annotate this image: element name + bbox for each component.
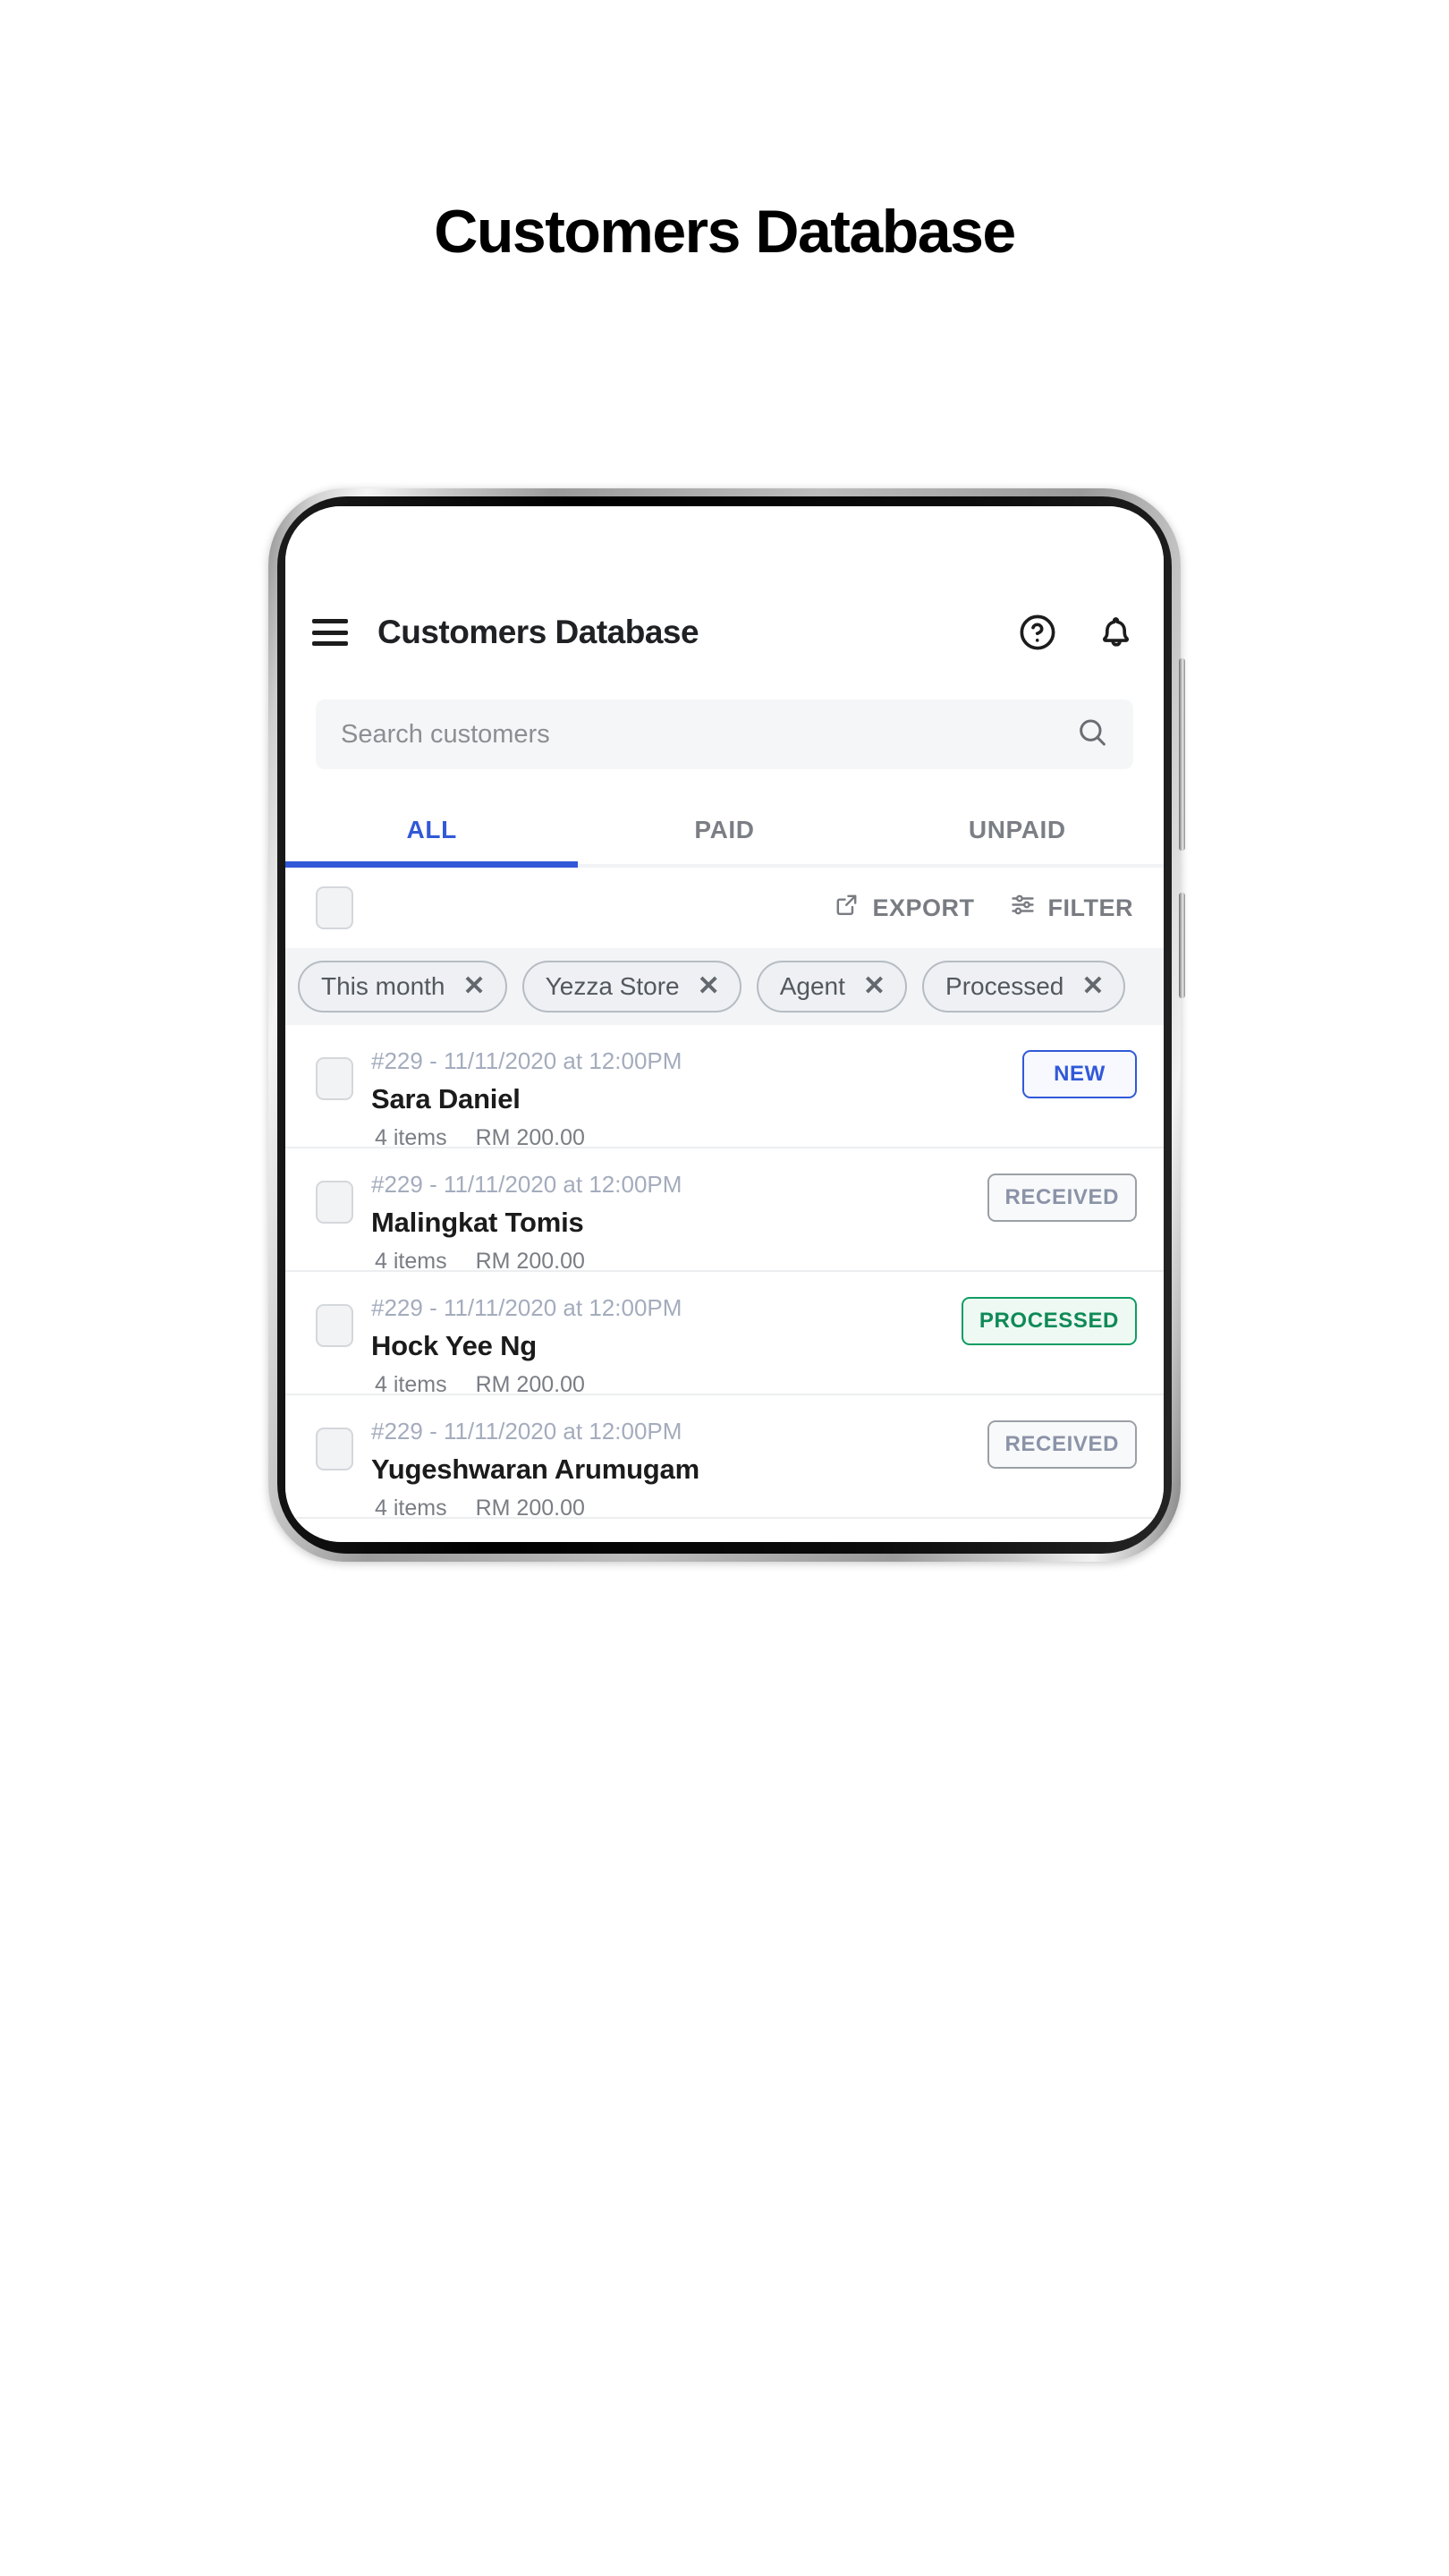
status-badge[interactable]: PROCESSED <box>961 1297 1137 1345</box>
list-toolbar: EXPORT FILTER <box>285 868 1164 948</box>
filter-label: FILTER <box>1047 894 1133 921</box>
order-amount: RM 200.00 <box>475 1496 585 1521</box>
filter-chip[interactable]: This month ✕ <box>298 961 507 1013</box>
status-badge[interactable]: NEW <box>1022 1050 1137 1098</box>
list-item[interactable]: #229 - 11/11/2020 at 12:00PM Sara Daniel… <box>285 1025 1164 1151</box>
customer-list[interactable]: #229 - 11/11/2020 at 12:00PM Sara Daniel… <box>285 1025 1164 1542</box>
external-link-icon <box>833 891 860 925</box>
item-count: 4 items <box>375 1249 447 1275</box>
toolbar-actions: EXPORT FILTER <box>833 891 1133 925</box>
row-subline: 4 items RM 200.00 <box>375 1125 1137 1151</box>
list-item[interactable]: #229 - 11/11/2020 at 12:00PM Yugeshwaran… <box>285 1395 1164 1521</box>
row-checkbox[interactable] <box>316 1181 353 1224</box>
tab-bar: ALL PAID UNPAID <box>285 796 1164 868</box>
status-badge[interactable]: RECEIVED <box>987 1174 1137 1222</box>
chip-label: Processed <box>945 972 1064 1000</box>
row-subline: 4 items RM 200.00 <box>375 1372 1137 1398</box>
close-icon[interactable]: ✕ <box>1081 973 1104 1000</box>
filter-chip[interactable]: Agent ✕ <box>756 961 908 1013</box>
chip-label: Yezza Store <box>545 972 680 1000</box>
list-item[interactable]: #229 - 11/11/2020 at 12:00PM Hock Yee Ng… <box>285 1272 1164 1398</box>
filter-chip[interactable]: Processed ✕ <box>922 961 1126 1013</box>
status-badge[interactable]: RECEIVED <box>987 1420 1137 1469</box>
sliders-icon <box>1009 891 1037 925</box>
app-bar-actions <box>1017 612 1137 653</box>
help-circle-icon[interactable] <box>1017 612 1058 653</box>
power-button[interactable] <box>1179 893 1185 998</box>
close-icon[interactable]: ✕ <box>463 973 486 1000</box>
item-count: 4 items <box>375 1496 447 1521</box>
item-count: 4 items <box>375 1125 447 1151</box>
export-label: EXPORT <box>872 894 975 921</box>
tab-paid[interactable]: PAID <box>578 796 870 864</box>
bell-icon[interactable] <box>1096 612 1137 653</box>
hamburger-menu-icon[interactable] <box>312 619 348 646</box>
phone-device-mockup: Customers Database Search customers ALL … <box>268 488 1185 1562</box>
volume-rocker-button[interactable] <box>1179 658 1185 851</box>
export-button[interactable]: EXPORT <box>833 891 974 925</box>
order-amount: RM 200.00 <box>475 1372 585 1398</box>
page-title: Customers Database <box>434 198 1016 266</box>
list-item[interactable]: #229 - 11/11/2020 at 12:00PM Malingkat T… <box>285 1148 1164 1275</box>
app-bar-title: Customers Database <box>377 614 699 650</box>
chip-label: This month <box>321 972 445 1000</box>
row-checkbox[interactable] <box>316 1428 353 1470</box>
row-subline: 4 items RM 200.00 <box>375 1496 1137 1521</box>
chip-label: Agent <box>779 972 845 1000</box>
search-bar[interactable] <box>316 699 1133 769</box>
item-count: 4 items <box>375 1372 447 1398</box>
order-amount: RM 200.00 <box>475 1249 585 1275</box>
search-input[interactable] <box>339 718 1074 750</box>
select-all-checkbox[interactable] <box>316 886 353 929</box>
search-icon[interactable] <box>1074 715 1110 755</box>
row-checkbox[interactable] <box>316 1057 353 1100</box>
row-subline: 4 items RM 200.00 <box>375 1249 1137 1275</box>
active-filter-chips: This month ✕ Yezza Store ✕ Agent ✕ Proce… <box>285 948 1164 1025</box>
tab-all[interactable]: ALL <box>285 796 579 868</box>
device-screen: Customers Database Search customers ALL … <box>285 506 1164 1542</box>
app-bar: Customers Database <box>285 592 1164 673</box>
order-amount: RM 200.00 <box>475 1125 585 1151</box>
close-icon[interactable]: ✕ <box>863 973 886 1000</box>
row-checkbox[interactable] <box>316 1304 353 1347</box>
app-viewport: Customers Database Search customers ALL … <box>285 506 1164 1542</box>
list-item[interactable]: #229 - 11/11/2020 at 12:00PM Jesse Malik… <box>285 1519 1164 1543</box>
filter-chip[interactable]: Yezza Store ✕ <box>521 961 741 1013</box>
tab-unpaid[interactable]: UNPAID <box>871 796 1164 864</box>
close-icon[interactable]: ✕ <box>698 973 720 1000</box>
filter-button[interactable]: FILTER <box>1009 891 1133 925</box>
